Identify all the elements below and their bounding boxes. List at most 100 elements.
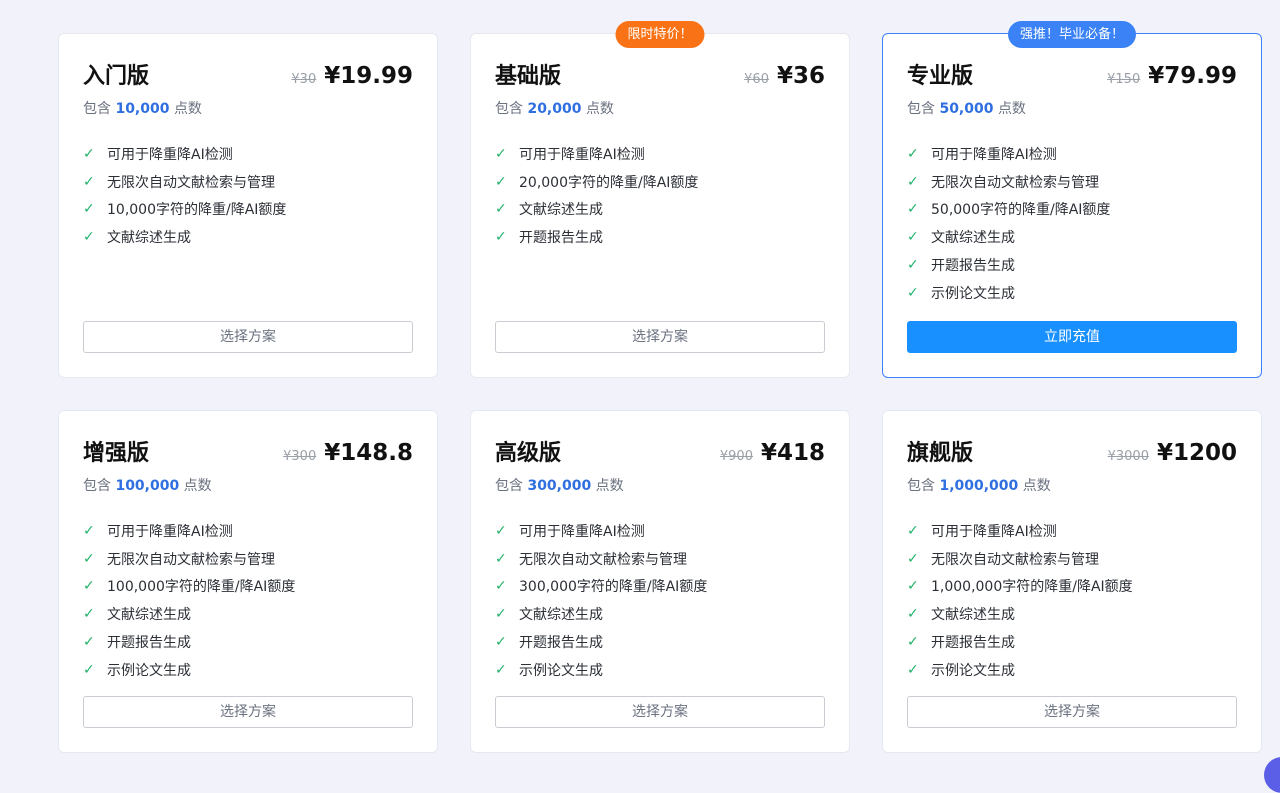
- check-icon: ✓: [907, 578, 931, 594]
- check-icon: ✓: [83, 551, 107, 567]
- plan-badge: 限时特价！: [615, 21, 704, 48]
- feature-item: ✓ 文献综述生成: [83, 223, 413, 251]
- feature-item: ✓ 20,000字符的降重/降AI额度: [495, 168, 825, 196]
- feature-item: ✓ 100,000字符的降重/降AI额度: [83, 573, 413, 601]
- plan-title: 旗舰版: [907, 435, 973, 467]
- plan-points: 包含 10,000 点数: [83, 98, 413, 118]
- feature-label: 开题报告生成: [519, 227, 603, 247]
- plan-badge: 强推！毕业必备！: [1008, 21, 1136, 48]
- feature-item: ✓ 示例论文生成: [907, 279, 1237, 307]
- feature-list: ✓ 可用于降重降AI检测 ✓ 20,000字符的降重/降AI额度 ✓ 文献综述生…: [495, 140, 825, 251]
- plan-title: 入门版: [83, 58, 149, 90]
- plan-header: 专业版 ¥150 ¥79.99: [907, 58, 1237, 90]
- feature-label: 文献综述生成: [519, 199, 603, 219]
- check-icon: ✓: [495, 174, 519, 190]
- check-icon: ✓: [83, 606, 107, 622]
- feature-list: ✓ 可用于降重降AI检测 ✓ 无限次自动文献检索与管理 ✓ 1,000,000字…: [907, 517, 1237, 684]
- feature-label: 10,000字符的降重/降AI额度: [107, 199, 286, 219]
- check-icon: ✓: [83, 174, 107, 190]
- feature-label: 文献综述生成: [519, 604, 603, 624]
- check-icon: ✓: [495, 578, 519, 594]
- plan-price-group: ¥30 ¥19.99: [291, 63, 413, 89]
- feature-label: 可用于降重降AI检测: [107, 144, 233, 164]
- select-plan-button[interactable]: 选择方案: [907, 696, 1237, 728]
- feature-label: 可用于降重降AI检测: [519, 521, 645, 541]
- check-icon: ✓: [83, 662, 107, 678]
- feature-item: ✓ 无限次自动文献检索与管理: [83, 545, 413, 573]
- feature-label: 文献综述生成: [107, 604, 191, 624]
- feature-item: ✓ 可用于降重降AI检测: [83, 140, 413, 168]
- plan-original-price: ¥60: [744, 72, 769, 87]
- plan-header: 入门版 ¥30 ¥19.99: [83, 58, 413, 90]
- check-icon: ✓: [907, 523, 931, 539]
- feature-item: ✓ 开题报告生成: [83, 628, 413, 656]
- check-icon: ✓: [495, 606, 519, 622]
- points-suffix: 点数: [1023, 478, 1051, 494]
- check-icon: ✓: [495, 523, 519, 539]
- feature-item: ✓ 文献综述生成: [907, 600, 1237, 628]
- feature-item: ✓ 开题报告生成: [495, 223, 825, 251]
- feature-list: ✓ 可用于降重降AI检测 ✓ 无限次自动文献检索与管理 ✓ 100,000字符的…: [83, 517, 413, 684]
- check-icon: ✓: [495, 146, 519, 162]
- feature-list: ✓ 可用于降重降AI检测 ✓ 无限次自动文献检索与管理 ✓ 10,000字符的降…: [83, 140, 413, 251]
- feature-label: 无限次自动文献检索与管理: [519, 549, 687, 569]
- select-plan-button[interactable]: 选择方案: [495, 321, 825, 353]
- points-prefix: 包含: [495, 101, 523, 117]
- plan-card: 入门版 ¥30 ¥19.99 包含 10,000 点数 ✓ 可用于降重降AI检测…: [58, 33, 438, 378]
- recharge-button[interactable]: 立即充值: [907, 321, 1237, 353]
- floating-avatar[interactable]: [1264, 757, 1280, 793]
- check-icon: ✓: [495, 551, 519, 567]
- check-icon: ✓: [907, 257, 931, 273]
- feature-label: 无限次自动文献检索与管理: [931, 549, 1099, 569]
- plan-price: ¥418: [761, 440, 825, 466]
- plan-original-price: ¥3000: [1108, 449, 1149, 464]
- feature-label: 开题报告生成: [931, 255, 1015, 275]
- points-suffix: 点数: [184, 478, 212, 494]
- check-icon: ✓: [907, 606, 931, 622]
- plan-card: 增强版 ¥300 ¥148.8 包含 100,000 点数 ✓ 可用于降重降AI…: [58, 410, 438, 753]
- feature-item: ✓ 可用于降重降AI检测: [83, 517, 413, 545]
- check-icon: ✓: [83, 201, 107, 217]
- points-suffix: 点数: [586, 101, 614, 117]
- feature-item: ✓ 示例论文生成: [495, 656, 825, 684]
- feature-label: 文献综述生成: [931, 604, 1015, 624]
- plan-price: ¥1200: [1157, 440, 1237, 466]
- plan-card: 强推！毕业必备！ 专业版 ¥150 ¥79.99 包含 50,000 点数 ✓ …: [882, 33, 1262, 378]
- plan-points: 包含 300,000 点数: [495, 475, 825, 495]
- points-suffix: 点数: [174, 101, 202, 117]
- feature-label: 开题报告生成: [107, 632, 191, 652]
- feature-list: ✓ 可用于降重降AI检测 ✓ 无限次自动文献检索与管理 ✓ 300,000字符的…: [495, 517, 825, 684]
- feature-item: ✓ 10,000字符的降重/降AI额度: [83, 196, 413, 224]
- feature-label: 无限次自动文献检索与管理: [107, 549, 275, 569]
- plan-price: ¥148.8: [324, 440, 413, 466]
- select-plan-button[interactable]: 选择方案: [83, 696, 413, 728]
- pricing-grid: 入门版 ¥30 ¥19.99 包含 10,000 点数 ✓ 可用于降重降AI检测…: [58, 33, 1262, 753]
- feature-item: ✓ 开题报告生成: [907, 251, 1237, 279]
- check-icon: ✓: [495, 634, 519, 650]
- feature-item: ✓ 无限次自动文献检索与管理: [907, 545, 1237, 573]
- check-icon: ✓: [495, 229, 519, 245]
- check-icon: ✓: [495, 662, 519, 678]
- select-plan-button[interactable]: 选择方案: [495, 696, 825, 728]
- feature-item: ✓ 示例论文生成: [907, 656, 1237, 684]
- points-number: 300,000: [527, 478, 591, 494]
- check-icon: ✓: [83, 229, 107, 245]
- feature-label: 示例论文生成: [931, 660, 1015, 680]
- points-prefix: 包含: [83, 101, 111, 117]
- plan-points: 包含 20,000 点数: [495, 98, 825, 118]
- check-icon: ✓: [907, 634, 931, 650]
- select-plan-button[interactable]: 选择方案: [83, 321, 413, 353]
- feature-label: 文献综述生成: [931, 227, 1015, 247]
- check-icon: ✓: [495, 201, 519, 217]
- plan-points: 包含 100,000 点数: [83, 475, 413, 495]
- check-icon: ✓: [83, 634, 107, 650]
- feature-label: 100,000字符的降重/降AI额度: [107, 576, 295, 596]
- plan-price: ¥19.99: [324, 63, 413, 89]
- feature-item: ✓ 无限次自动文献检索与管理: [907, 168, 1237, 196]
- feature-item: ✓ 无限次自动文献检索与管理: [495, 545, 825, 573]
- check-icon: ✓: [83, 523, 107, 539]
- plan-card: 限时特价！ 基础版 ¥60 ¥36 包含 20,000 点数 ✓ 可用于降重降A…: [470, 33, 850, 378]
- plan-card: 高级版 ¥900 ¥418 包含 300,000 点数 ✓ 可用于降重降AI检测…: [470, 410, 850, 753]
- feature-item: ✓ 可用于降重降AI检测: [495, 517, 825, 545]
- plan-original-price: ¥900: [720, 449, 753, 464]
